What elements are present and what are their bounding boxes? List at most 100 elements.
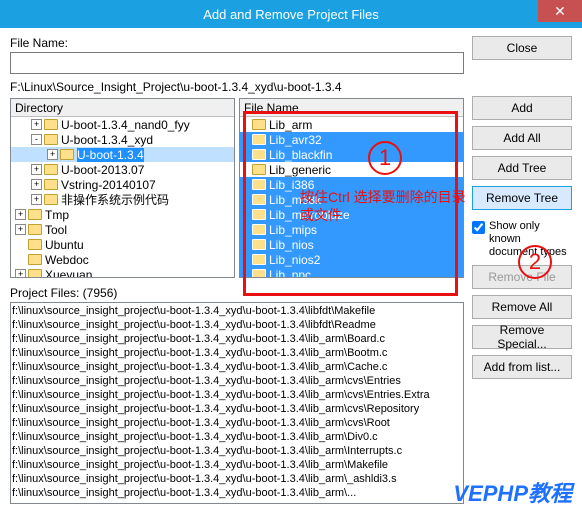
expand-icon[interactable]: + [31, 164, 42, 175]
folder-icon [252, 269, 266, 277]
file-item-label: Lib_nios [269, 238, 314, 252]
folder-icon [28, 224, 42, 235]
expand-icon[interactable]: + [15, 209, 26, 220]
tree-item-label: 非操作系统示例代码 [61, 191, 169, 208]
project-file-row[interactable]: f:\linux\source_insight_project\u-boot-1… [12, 486, 462, 500]
project-file-row[interactable]: f:\linux\source_insight_project\u-boot-1… [12, 472, 462, 486]
folder-icon [252, 209, 266, 220]
titlebar: Add and Remove Project Files ✕ [0, 0, 582, 28]
filelist-header: File Name [240, 99, 463, 117]
remove-tree-button[interactable]: Remove Tree [472, 186, 572, 210]
file-item[interactable]: Lib_nios2 [240, 252, 463, 267]
tree-item-label: Tool [45, 223, 67, 237]
watermark: VEPHP教程 [453, 476, 572, 508]
tree-item[interactable]: + U-boot-1.3.4_nand0_fyy [11, 117, 234, 132]
close-button[interactable]: Close [472, 36, 572, 60]
folder-icon [44, 134, 58, 145]
project-file-row[interactable]: f:\linux\source_insight_project\u-boot-1… [12, 304, 462, 318]
directory-panel: Directory +U-boot-1.3.4_nand0_fyy-U-boot… [10, 98, 235, 278]
file-item[interactable]: Lib_nios [240, 237, 463, 252]
folder-icon [44, 164, 58, 175]
tree-item[interactable]: + Tmp [11, 207, 234, 222]
folder-icon [252, 164, 266, 175]
project-files-label: Project Files: (7956) [10, 286, 464, 300]
filename-input[interactable] [10, 52, 464, 74]
expand-icon[interactable]: + [31, 194, 42, 205]
remove-special-button[interactable]: Remove Special... [472, 325, 572, 349]
file-item[interactable]: Lib_avr32 [240, 132, 463, 147]
folder-icon [252, 134, 266, 145]
file-item[interactable]: Lib_blackfin [240, 147, 463, 162]
show-only-known-input[interactable] [472, 221, 485, 234]
project-file-row[interactable]: f:\linux\source_insight_project\u-boot-1… [12, 416, 462, 430]
tree-item[interactable]: +U-boot-2013.07 [11, 162, 234, 177]
project-file-row[interactable]: f:\linux\source_insight_project\u-boot-1… [12, 430, 462, 444]
close-icon: ✕ [554, 3, 566, 20]
tree-item[interactable]: + Tool [11, 222, 234, 237]
folder-icon [44, 179, 58, 190]
folder-icon [44, 119, 58, 130]
tree-item-label: Webdoc [45, 253, 89, 267]
folder-icon [44, 194, 58, 205]
file-item-label: Lib_blackfin [269, 148, 332, 162]
project-file-row[interactable]: f:\linux\source_insight_project\u-boot-1… [12, 374, 462, 388]
project-file-row[interactable]: f:\linux\source_insight_project\u-boot-1… [12, 458, 462, 472]
tree-item[interactable]: + U-boot-1.3.4 [11, 147, 234, 162]
file-item-label: Lib_mips [269, 223, 317, 237]
directory-tree[interactable]: + U-boot-1.3.4_nand0_fyy-U-boot-1.3.4_xyd… [11, 117, 234, 277]
tree-item[interactable]: Webdoc [11, 252, 234, 267]
tree-item[interactable]: + Xueyuan [11, 267, 234, 277]
project-files-list[interactable]: f:\linux\source_insight_project\u-boot-1… [10, 302, 464, 504]
project-file-row[interactable]: f:\linux\source_insight_project\u-boot-1… [12, 332, 462, 346]
tree-item-label: Ubuntu [45, 238, 84, 252]
remove-all-button[interactable]: Remove All [472, 295, 572, 319]
folder-icon [28, 209, 42, 220]
folder-icon [252, 254, 266, 265]
tree-item[interactable]: -U-boot-1.3.4_xyd [11, 132, 234, 147]
file-item[interactable]: Lib_generic [240, 162, 463, 177]
expand-icon[interactable]: + [47, 149, 58, 160]
file-item[interactable]: Lib_arm [240, 117, 463, 132]
folder-icon [252, 239, 266, 250]
expand-icon[interactable]: + [15, 269, 26, 277]
tree-item[interactable]: + Vstring-20140107 [11, 177, 234, 192]
expand-icon[interactable]: + [31, 179, 42, 190]
folder-icon [252, 194, 266, 205]
folder-icon [252, 179, 266, 190]
file-item-label: Lib_avr32 [269, 133, 322, 147]
file-item[interactable]: Lib_mips [240, 222, 463, 237]
tree-item[interactable]: Ubuntu [11, 237, 234, 252]
project-file-row[interactable]: f:\linux\source_insight_project\u-boot-1… [12, 402, 462, 416]
folder-icon [28, 269, 42, 277]
tree-item-label: U-boot-1.3.4_nand0_fyy [61, 118, 190, 132]
project-file-row[interactable]: f:\linux\source_insight_project\u-boot-1… [12, 444, 462, 458]
tree-item-label: U-boot-1.3.4 [77, 148, 144, 162]
add-tree-button[interactable]: Add Tree [472, 156, 572, 180]
annotation-circle-2: 2 [518, 245, 552, 279]
add-from-list-button[interactable]: Add from list... [472, 355, 572, 379]
annotation-hint: 按住Ctrl 选择要删除的目录或文件 [300, 188, 470, 224]
window-title: Add and Remove Project Files [203, 7, 379, 22]
project-file-row[interactable]: f:\linux\source_insight_project\u-boot-1… [12, 388, 462, 402]
tree-item[interactable]: + 非操作系统示例代码 [11, 192, 234, 207]
current-path: F:\Linux\Source_Insight_Project\u-boot-1… [10, 80, 464, 94]
file-item-label: Lib_ppc [269, 268, 311, 278]
project-file-row[interactable]: f:\linux\source_insight_project\u-boot-1… [12, 346, 462, 360]
add-all-button[interactable]: Add All [472, 126, 572, 150]
expand-icon[interactable]: - [31, 134, 42, 145]
expand-icon[interactable]: + [31, 119, 42, 130]
project-file-row[interactable]: f:\linux\source_insight_project\u-boot-1… [12, 360, 462, 374]
tree-item-label: Vstring-20140107 [61, 178, 156, 192]
add-button[interactable]: Add [472, 96, 572, 120]
expand-icon[interactable]: + [15, 224, 26, 235]
tree-item-label: Tmp [45, 208, 69, 222]
file-item-label: Lib_nios2 [269, 253, 320, 267]
window-close-button[interactable]: ✕ [538, 0, 582, 22]
project-file-row[interactable]: f:\linux\source_insight_project\u-boot-1… [12, 318, 462, 332]
file-item[interactable]: Lib_ppc [240, 267, 463, 277]
folder-icon [252, 224, 266, 235]
folder-icon [60, 149, 74, 160]
annotation-circle-1: 1 [368, 141, 402, 175]
tree-item-label: Xueyuan [45, 268, 92, 278]
file-item-label: Lib_arm [269, 118, 312, 132]
